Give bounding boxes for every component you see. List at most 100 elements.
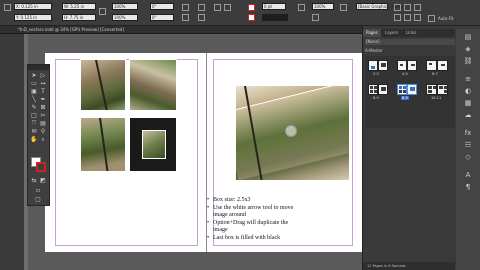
page-thumbnail[interactable] — [407, 60, 417, 71]
layers-panel-icon[interactable]: ◈ — [460, 45, 476, 54]
swap-colors-icon[interactable]: ⇆ — [30, 177, 38, 184]
stroke-weight-field[interactable]: 0 pt — [262, 3, 286, 10]
fitting-content-proportional-icon[interactable] — [404, 14, 411, 21]
pages-panel-icon[interactable]: ▤ — [460, 33, 476, 42]
scale-y-field[interactable]: 100% — [112, 14, 138, 21]
x-position-field[interactable]: X: 0.125 in — [14, 3, 52, 10]
rectangle-frame-tool-icon[interactable]: ⊠ — [39, 104, 47, 111]
spread-thumbnail[interactable]: 2-3 — [368, 60, 390, 78]
fitting-fill-proportional-icon[interactable] — [414, 14, 421, 21]
page-thumbnail[interactable] — [407, 84, 417, 95]
select-content-icon[interactable] — [224, 4, 231, 11]
line-tool-icon[interactable]: ╲ — [30, 96, 38, 103]
fitting-fit-content-icon[interactable] — [404, 4, 411, 11]
image-frame-1[interactable] — [80, 59, 126, 111]
page-thumbnail[interactable] — [426, 60, 437, 71]
rotate-90-cw-icon[interactable] — [182, 4, 189, 11]
selection-tool-icon[interactable]: ➤ — [30, 72, 38, 79]
scissors-tool-icon[interactable]: ✂ — [39, 112, 47, 119]
swatches-panel-icon[interactable]: ▦ — [460, 99, 476, 108]
bullet-text-frame[interactable]: Box size: 2.5x3 Use the white arrow tool… — [207, 197, 297, 243]
shear-field[interactable]: 0° — [150, 14, 174, 21]
a-master-row[interactable]: A-Master — [365, 48, 383, 53]
page-thumbnail[interactable] — [368, 60, 378, 71]
page-thumbnail[interactable] — [397, 60, 407, 71]
stroke-panel-icon[interactable]: ≡ — [460, 75, 476, 84]
scale-x-field[interactable]: 100% — [112, 3, 138, 10]
stroke-type-dropdown[interactable] — [262, 14, 288, 21]
page-thumbnail[interactable] — [437, 84, 448, 95]
zoom-tool-icon[interactable]: ⌕ — [39, 136, 47, 143]
spread-thumbnail[interactable]: 4-5 — [397, 60, 419, 78]
note-tool-icon[interactable]: ✉ — [30, 128, 38, 135]
stroke-swatch[interactable] — [36, 162, 46, 172]
text-wrap-icon[interactable]: ☷ — [460, 141, 476, 150]
page-thumbnail[interactable] — [368, 84, 378, 95]
rotation-field[interactable]: 0° — [150, 3, 174, 10]
width-field[interactable]: W: 5.25 in — [62, 3, 96, 10]
cc-libraries-icon[interactable]: ☁ — [460, 111, 476, 120]
fitting-frame-to-content-icon[interactable] — [394, 14, 401, 21]
content-collector-icon[interactable]: ▣ — [30, 88, 38, 95]
pencil-tool-icon[interactable]: ✎ — [30, 104, 38, 111]
page-thumbnail[interactable] — [437, 60, 448, 71]
type-tool-icon[interactable]: T — [39, 88, 47, 95]
paragraph-styles-icon[interactable]: ¶ — [460, 183, 476, 192]
color-panel-icon[interactable]: ◐ — [460, 87, 476, 96]
formatting-affects-container-icon[interactable]: ▫ — [34, 187, 42, 194]
image-frame-3[interactable] — [80, 117, 126, 172]
links-panel-icon[interactable]: ⛓ — [460, 57, 476, 66]
effects-panel-icon[interactable]: fx — [460, 129, 476, 138]
fill-none-swatch-icon[interactable] — [248, 4, 255, 11]
reference-point-icon[interactable] — [4, 4, 11, 11]
image-frame-2[interactable] — [129, 59, 177, 111]
hand-tool-icon[interactable]: ✋ — [30, 136, 38, 143]
pages-panel-status-bar: 12 Pages in 6 Spreads — [363, 262, 455, 270]
page-tool-icon[interactable]: ▭ — [30, 80, 38, 87]
page-thumbnail[interactable] — [378, 84, 388, 95]
y-position-field[interactable]: Y: 0.125 in — [14, 14, 52, 21]
pen-tool-icon[interactable]: ✒ — [39, 96, 47, 103]
fitting-center-icon[interactable] — [414, 4, 421, 11]
document-tab[interactable]: *InD_vectors.indd @ 34% [GPU Preview] [C… — [0, 26, 362, 34]
default-colors-icon[interactable]: ◩ — [39, 177, 47, 184]
flip-vertical-icon[interactable] — [198, 14, 205, 21]
text-wrap-icon[interactable] — [340, 4, 347, 11]
panel-tabs: Pages Layers Links — [363, 29, 455, 37]
free-transform-tool-icon[interactable]: ⤧ — [30, 120, 38, 127]
page-thumbnail[interactable] — [378, 60, 388, 71]
rectangle-tool-icon[interactable]: □ — [30, 112, 38, 119]
effects-icon[interactable] — [312, 14, 319, 21]
page-thumbnail[interactable] — [397, 84, 407, 95]
frame-style-dropdown[interactable]: [Basic Graphics Frame] — [356, 3, 404, 10]
select-container-icon[interactable] — [214, 4, 221, 11]
screen-mode-icon[interactable]: ▢ — [34, 196, 42, 203]
eyedropper-tool-icon[interactable]: ⚲ — [39, 128, 47, 135]
character-styles-icon[interactable]: A — [460, 171, 476, 180]
auto-fit-checkbox[interactable] — [428, 15, 435, 22]
stroke-none-swatch-icon[interactable] — [248, 14, 255, 21]
constrain-proportions-icon[interactable] — [99, 8, 106, 15]
page-thumbnail[interactable] — [426, 84, 437, 95]
tab-links[interactable]: Links — [403, 29, 419, 37]
height-field[interactable]: H: 7.75 in — [62, 14, 96, 21]
direct-selection-tool-icon[interactable]: ▷ — [39, 72, 47, 79]
tools-panel-header[interactable] — [28, 65, 49, 70]
fitting-fill-frame-icon[interactable] — [394, 4, 401, 11]
spread-thumbnail[interactable]: 10-11 — [426, 84, 450, 102]
image-frame-4-inner-image[interactable] — [142, 130, 166, 159]
tab-pages[interactable]: Pages — [363, 29, 381, 37]
gap-tool-icon[interactable]: ↔ — [39, 80, 47, 87]
spread-thumbnail[interactable]: 6-7 — [426, 60, 450, 78]
object-styles-icon[interactable]: ◇ — [460, 153, 476, 162]
gradient-swatch-tool-icon[interactable]: ▤ — [39, 120, 47, 127]
rotate-90-ccw-icon[interactable] — [182, 14, 189, 21]
opacity-field[interactable]: 100% — [312, 3, 334, 10]
drop-shadow-icon[interactable] — [298, 4, 305, 11]
flip-horizontal-icon[interactable] — [198, 4, 205, 11]
spread-thumbnail-selected[interactable]: 8-9 — [397, 84, 419, 102]
tab-layers[interactable]: Layers — [382, 29, 401, 37]
image-frame-4-black-fill[interactable] — [129, 117, 177, 172]
spread-thumbnail[interactable]: 8-9 — [368, 84, 390, 102]
none-master-row[interactable]: [None] — [365, 39, 455, 45]
